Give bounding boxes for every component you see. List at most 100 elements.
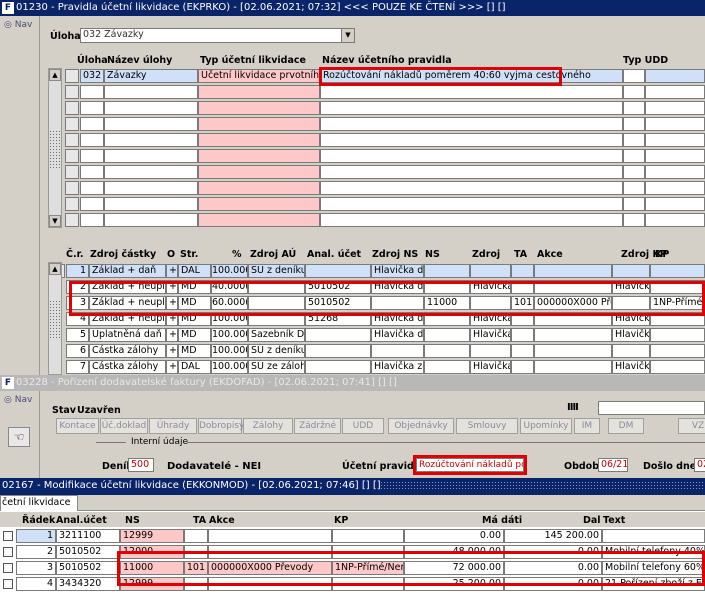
detail-cell-akce[interactable] bbox=[534, 344, 612, 358]
detail-cell-ns[interactable] bbox=[424, 264, 470, 278]
button-12[interactable]: VZ bbox=[678, 418, 705, 434]
mod-cell-ma_dati[interactable]: 0.00 bbox=[404, 529, 504, 543]
detail-scroll-up-icon[interactable]: ▲ bbox=[49, 263, 61, 275]
mod-cell-ma_dati[interactable]: 48 000.00 bbox=[404, 545, 504, 559]
button-11[interactable]: DM bbox=[608, 418, 644, 434]
mod-cell-ta[interactable] bbox=[184, 577, 208, 591]
master-cell-uloha[interactable] bbox=[80, 149, 104, 163]
detail-cell-zdroj_au[interactable] bbox=[248, 296, 305, 310]
hand-icon[interactable]: ☜ bbox=[8, 427, 30, 447]
detail-cell-ns[interactable]: 11000 bbox=[424, 296, 470, 310]
detail-cell-anal[interactable] bbox=[305, 328, 371, 342]
detail-cell-zdroj[interactable]: Částka zálohy bbox=[89, 344, 166, 358]
detail-cell-zdroj_ns[interactable]: Hlavička do bbox=[371, 264, 424, 278]
master-cell-nazev[interactable] bbox=[104, 101, 198, 115]
mod-cell-text[interactable] bbox=[602, 529, 705, 543]
master-cell-uloha[interactable]: 032 bbox=[80, 69, 104, 83]
master-cell-udd[interactable] bbox=[623, 149, 645, 163]
detail-cell-kp[interactable]: 1NP-Přímé/N bbox=[650, 296, 705, 310]
detail-cell-str[interactable]: MD bbox=[178, 296, 211, 310]
master-cell-uloha[interactable] bbox=[80, 165, 104, 179]
mod-cell-akce[interactable] bbox=[208, 529, 332, 543]
master-cell-pravidlo[interactable] bbox=[320, 85, 623, 99]
mod-cell-text[interactable]: Mobilní telefony 60% h bbox=[602, 561, 705, 575]
detail-cell-o[interactable]: + bbox=[166, 280, 178, 294]
row-selector[interactable] bbox=[65, 85, 79, 99]
detail-cell-zdroj_au[interactable]: SÚ z deníku bbox=[248, 344, 305, 358]
detail-cell-zdroj2[interactable]: Hlavička bbox=[470, 328, 511, 342]
master-cell-nazev[interactable]: Závazky bbox=[104, 69, 198, 83]
detail-cell-cr[interactable]: 6 bbox=[66, 344, 89, 358]
detail-cell-zdroj_kp[interactable]: Hlavička bbox=[612, 312, 650, 326]
row-selector[interactable] bbox=[65, 165, 79, 179]
barcode-input[interactable] bbox=[598, 401, 705, 415]
row-selector[interactable] bbox=[65, 101, 79, 115]
master-cell-udd[interactable] bbox=[645, 133, 705, 147]
detail-cell-anal[interactable] bbox=[305, 344, 371, 358]
detail-cell-cr[interactable]: 3 bbox=[66, 296, 89, 310]
mod-cell-dal[interactable]: 145 200.00 bbox=[504, 529, 602, 543]
detail-cell-zdroj_ns[interactable]: Hlavička do bbox=[371, 280, 424, 294]
detail-cell-zdroj[interactable]: Základ + neuplatr bbox=[89, 296, 166, 310]
mod-cell-ns[interactable]: 12999 bbox=[120, 577, 184, 591]
master-cell-nazev[interactable] bbox=[104, 149, 198, 163]
master-cell-pravidlo[interactable] bbox=[320, 213, 623, 227]
detail-cell-zdroj2[interactable]: Hlavička bbox=[470, 312, 511, 326]
denik-field[interactable]: 500 bbox=[128, 458, 154, 472]
detail-cell-ta[interactable] bbox=[511, 312, 534, 326]
mod-cell-ns[interactable]: 12000 bbox=[120, 545, 184, 559]
mod-cell-text[interactable]: 21 Pořízení zboží z EU bbox=[602, 577, 705, 591]
master-cell-uloha[interactable] bbox=[80, 133, 104, 147]
master-cell-uloha[interactable] bbox=[80, 85, 104, 99]
detail-cell-zdroj_au[interactable] bbox=[248, 280, 305, 294]
scroll-up-icon[interactable]: ▲ bbox=[49, 69, 61, 81]
mod-cell-text[interactable]: Mobilní telefony 40% h bbox=[602, 545, 705, 559]
button-4[interactable]: Zálohy bbox=[243, 418, 293, 434]
row-selector[interactable] bbox=[65, 181, 79, 195]
detail-cell-zdroj_kp[interactable] bbox=[612, 264, 650, 278]
detail-cell-o[interactable]: + bbox=[166, 328, 178, 342]
mod-cell-radek[interactable]: 4 bbox=[16, 577, 56, 591]
row-selector[interactable] bbox=[65, 197, 79, 211]
button-2[interactable]: Úhrady bbox=[149, 418, 197, 434]
detail-cell-pct[interactable]: 60.000( bbox=[211, 296, 248, 310]
nav-icon[interactable]: ◎ Nav bbox=[4, 20, 32, 30]
row-checkbox[interactable] bbox=[3, 579, 13, 589]
button-9[interactable]: Upomínky bbox=[520, 418, 572, 434]
scroll-down-icon[interactable]: ▼ bbox=[49, 215, 61, 227]
master-cell-typ[interactable] bbox=[198, 197, 320, 211]
mod-cell-akce[interactable] bbox=[208, 545, 332, 559]
detail-cell-kp[interactable] bbox=[650, 360, 705, 374]
detail-cell-zdroj_ns[interactable] bbox=[371, 344, 424, 358]
mod-cell-anal[interactable]: 5010502 bbox=[56, 561, 120, 575]
uloha-dropdown-button[interactable]: ▼ bbox=[341, 28, 355, 43]
mod-cell-anal[interactable]: 5010502 bbox=[56, 545, 120, 559]
detail-cell-cr[interactable]: 7 bbox=[66, 360, 89, 374]
row-selector[interactable] bbox=[65, 117, 79, 131]
master-cell-udd[interactable] bbox=[623, 69, 645, 83]
detail-cell-zdroj_ns[interactable]: Hlavička do bbox=[371, 328, 424, 342]
detail-cell-cr[interactable]: 2 bbox=[66, 280, 89, 294]
master-cell-pravidlo[interactable] bbox=[320, 197, 623, 211]
master-cell-nazev[interactable] bbox=[104, 181, 198, 195]
detail-cell-kp[interactable] bbox=[650, 280, 705, 294]
master-cell-udd[interactable] bbox=[623, 197, 645, 211]
detail-cell-pct[interactable]: 100.000 bbox=[211, 312, 248, 326]
detail-cell-o[interactable]: + bbox=[166, 296, 178, 310]
master-cell-pravidlo[interactable] bbox=[320, 165, 623, 179]
master-cell-typ[interactable] bbox=[198, 165, 320, 179]
detail-cell-anal[interactable]: 51268 bbox=[305, 312, 371, 326]
master-cell-pravidlo[interactable] bbox=[320, 117, 623, 131]
detail-cell-zdroj_ns[interactable]: Hlavička zá bbox=[371, 360, 424, 374]
mod-cell-radek[interactable]: 2 bbox=[16, 545, 56, 559]
detail-cell-ta[interactable] bbox=[511, 344, 534, 358]
detail-cell-pct[interactable]: 40.000( bbox=[211, 280, 248, 294]
row-selector[interactable] bbox=[65, 149, 79, 163]
detail-cell-pct[interactable]: 100.000 bbox=[211, 344, 248, 358]
mod-cell-anal[interactable]: 3211100 bbox=[56, 529, 120, 543]
detail-cell-cr[interactable]: 5 bbox=[66, 328, 89, 342]
master-cell-typ[interactable] bbox=[198, 181, 320, 195]
mod-cell-kp[interactable]: 1NP-Přímé/Nero bbox=[332, 561, 404, 575]
master-cell-nazev[interactable] bbox=[104, 133, 198, 147]
button-7[interactable]: Objednávky bbox=[388, 418, 454, 434]
